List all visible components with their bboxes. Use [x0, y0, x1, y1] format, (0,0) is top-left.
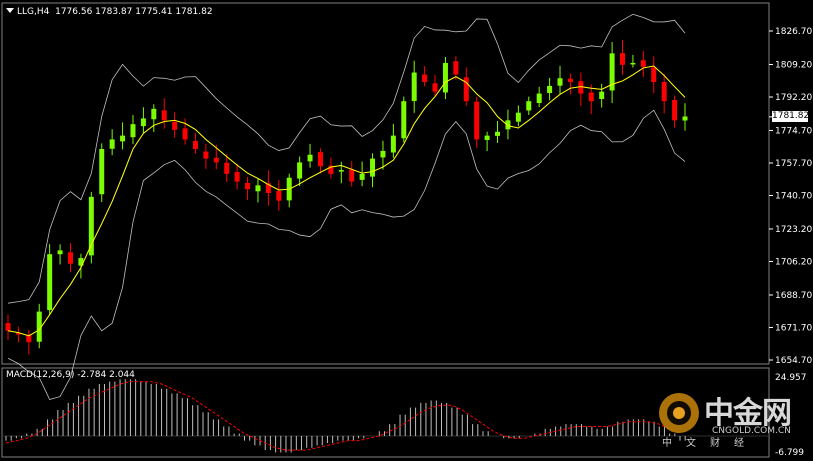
price-tick-label: 1809.20 — [775, 60, 812, 70]
price-tick-label: 1826.70 — [775, 27, 812, 37]
candle-body — [172, 121, 178, 130]
price-tick-label: 1688.70 — [775, 291, 812, 301]
candle-body — [432, 83, 438, 92]
candle-body — [411, 72, 417, 101]
candle-body — [567, 78, 573, 83]
bollinger-middle-line — [7, 65, 686, 337]
candle-body — [547, 85, 553, 93]
candle-body — [317, 152, 323, 167]
candle-body — [682, 116, 688, 121]
watermark-slogan: 中文财经 — [662, 438, 758, 449]
candle-body — [588, 92, 594, 102]
candle-body — [599, 91, 605, 99]
candle-body — [203, 151, 209, 159]
candle-body — [640, 60, 646, 67]
candle-body — [495, 131, 501, 136]
candle-body — [380, 150, 386, 158]
candle-body — [47, 254, 53, 310]
candle-body — [463, 77, 469, 102]
candle-body — [453, 61, 459, 75]
candle-body — [5, 323, 11, 331]
ohlc-values: 1776.56 1783.87 1775.41 1781.82 — [55, 7, 213, 17]
price-tick-label: 1706.20 — [775, 257, 812, 267]
candle-body — [651, 67, 657, 83]
candle-body — [442, 62, 448, 93]
candle-body — [630, 62, 636, 65]
symbol-timeframe: LLG,H4 — [17, 7, 50, 17]
candle-body — [192, 141, 198, 150]
candle-body — [359, 173, 365, 180]
candle-body — [349, 169, 355, 182]
candle-body — [255, 185, 261, 192]
bollinger-upper-line — [7, 13, 686, 304]
candle-body — [515, 112, 521, 122]
candle-body — [182, 128, 188, 140]
candle-body — [390, 135, 396, 153]
symbol-header[interactable]: LLG,H4 1776.56 1783.87 1775.41 1781.82 — [6, 7, 213, 18]
candle-body — [234, 171, 240, 182]
candle-body — [140, 118, 146, 127]
candle-body — [557, 78, 563, 86]
bollinger-lower-line — [7, 109, 686, 401]
candle-body — [130, 124, 136, 138]
watermark-logo: 中金网 CNGOLD.COM.CN 中文财经 — [654, 386, 804, 456]
candle-body — [401, 101, 407, 139]
candle-body — [422, 74, 428, 83]
candle-body — [57, 250, 63, 255]
price-axis: 1826.70 1809.20 1792.20 1774.70 1757.70 1740.… — [769, 27, 812, 366]
candle-body — [338, 170, 344, 172]
candle-body — [213, 157, 219, 163]
moving-average-line — [7, 65, 686, 337]
macd-axis-top-label: 24.957 — [775, 373, 807, 383]
price-tick-label: 1654.70 — [775, 356, 812, 366]
candle-body — [224, 162, 230, 174]
candle-body — [620, 53, 626, 65]
candle-body — [99, 149, 105, 195]
candle-body — [661, 82, 667, 102]
candle-body — [484, 135, 490, 140]
candle-body — [161, 110, 167, 121]
candle-body — [276, 190, 282, 201]
macd-values: -2.784 2.044 — [77, 370, 135, 380]
macd-label: MACD(12,26,9) — [6, 370, 75, 380]
price-tick-label: 1774.70 — [775, 126, 812, 136]
yellow-ma-line — [7, 65, 686, 337]
current-price-tag: 1781.82 — [772, 111, 810, 122]
cngold-logo-icon — [659, 393, 699, 433]
candle-body — [505, 120, 511, 130]
macd-header: MACD(12,26,9) -2.784 2.044 — [6, 370, 135, 381]
price-tick-label: 1723.20 — [775, 225, 812, 235]
candle-body — [245, 182, 251, 190]
price-tick-label: 1757.70 — [775, 159, 812, 169]
candle-body — [297, 162, 303, 179]
candle-body — [536, 93, 542, 103]
price-chart[interactable]: 24.957 -6.799 1826.70 1809.20 1792.20 1774.7… — [0, 0, 813, 461]
candle-body — [67, 252, 73, 264]
price-tick-label: 1740.70 — [775, 192, 812, 202]
candle-body — [88, 196, 94, 256]
candle-body — [120, 135, 126, 142]
price-tick-label: 1671.70 — [775, 323, 812, 333]
candle-body — [526, 101, 532, 111]
price-tick-label: 1792.20 — [775, 93, 812, 103]
candle-body — [474, 101, 480, 140]
candle-body — [370, 158, 376, 177]
dropdown-arrow-icon[interactable] — [6, 8, 14, 13]
candle-body — [151, 108, 157, 120]
candle-body — [307, 154, 313, 162]
candle-body — [109, 139, 115, 149]
candle-body — [672, 99, 678, 121]
